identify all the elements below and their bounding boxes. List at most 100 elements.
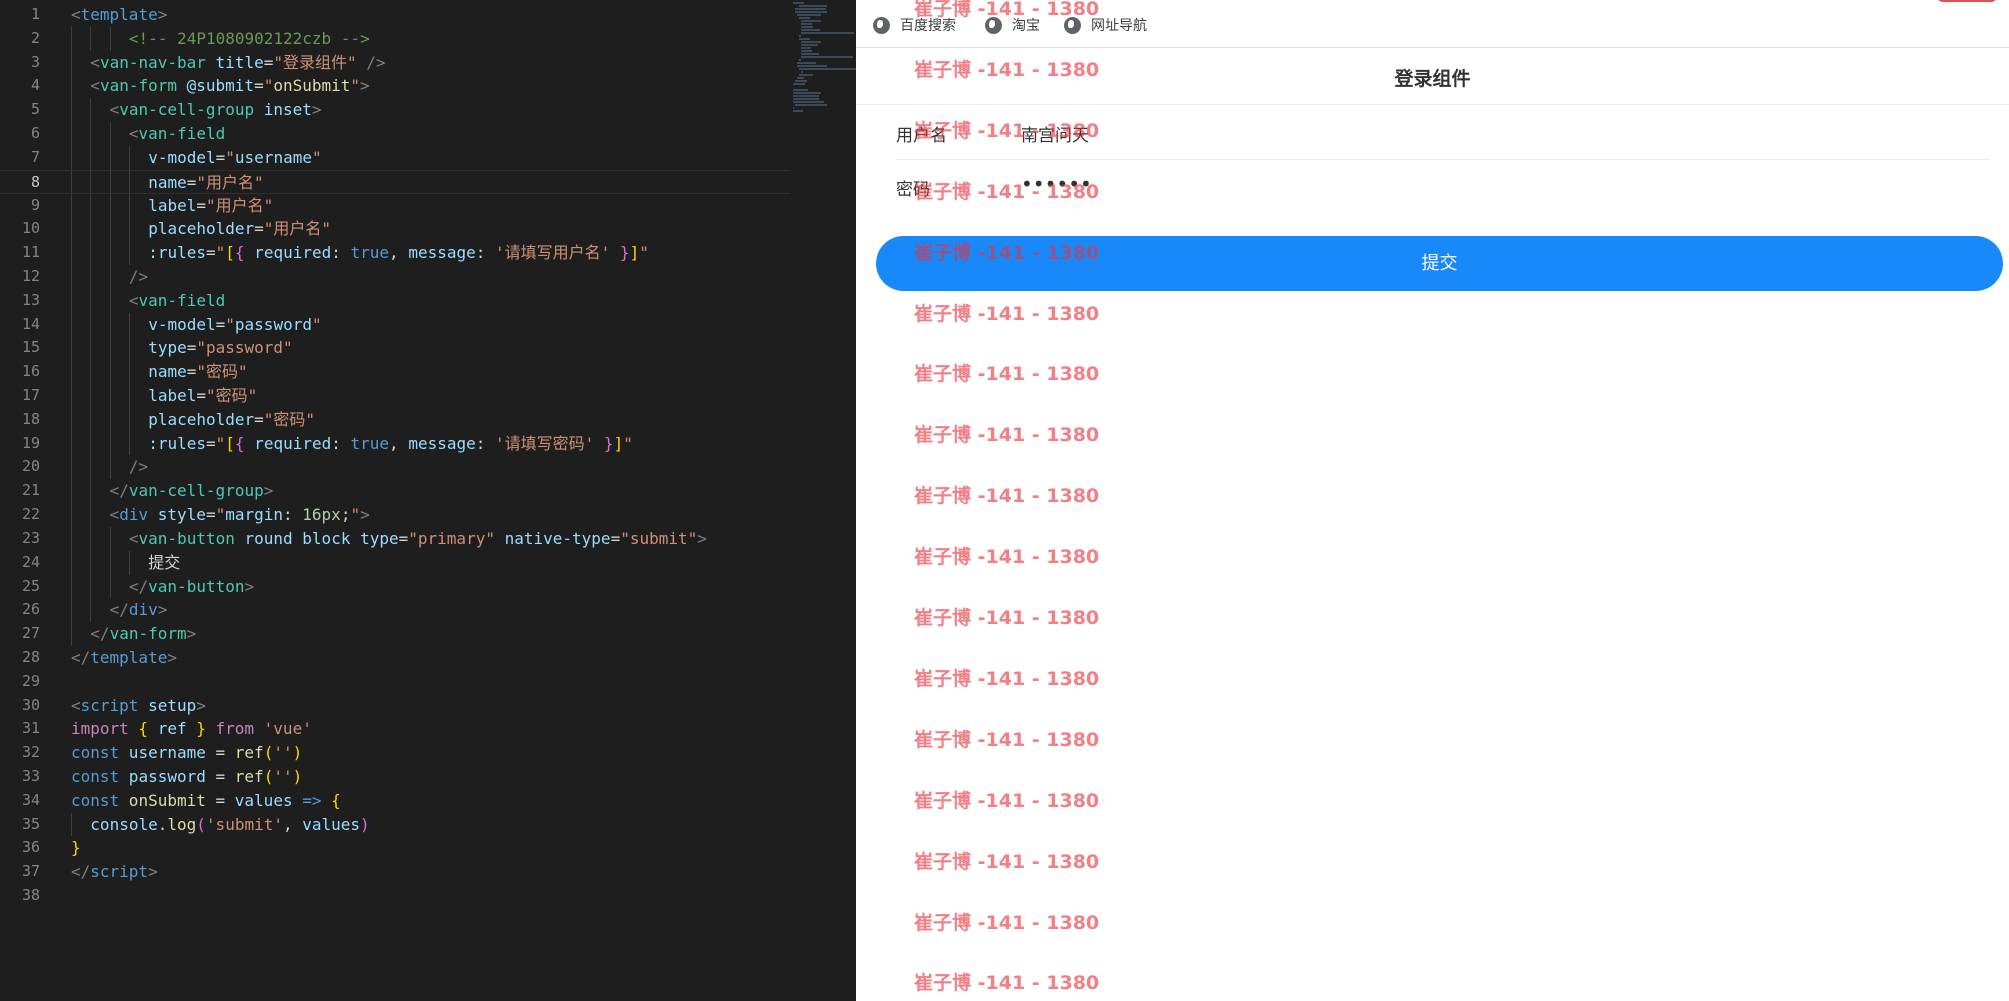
code-line[interactable]: 32 const username = ref('') bbox=[0, 741, 790, 765]
code-token: = bbox=[205, 767, 235, 786]
code-line[interactable]: 26 </div> bbox=[0, 598, 790, 623]
bookmark-taobao[interactable]: 淘宝 bbox=[985, 15, 1040, 35]
code-token: " bbox=[215, 505, 226, 525]
code-line[interactable]: 24 提交 bbox=[0, 550, 790, 575]
submit-button[interactable]: 提交 bbox=[876, 236, 2003, 291]
code-token: title bbox=[205, 52, 264, 72]
indent-guide bbox=[109, 526, 111, 551]
code-text: 提交 bbox=[148, 551, 180, 575]
code-line[interactable]: 1 <template> bbox=[0, 3, 790, 27]
indent-guide bbox=[71, 312, 72, 337]
code-line[interactable]: 10 placeholder="用户名" bbox=[0, 217, 790, 242]
username-input[interactable]: 南宫问天 bbox=[1021, 121, 1089, 146]
code-text: const username = ref('') bbox=[71, 741, 302, 765]
line-number: 2 bbox=[30, 28, 40, 47]
code-line[interactable]: 3 <van-nav-bar title="登录组件" /> bbox=[0, 50, 790, 75]
indent-guide bbox=[71, 812, 72, 837]
code-line[interactable]: 21 </van-cell-group> bbox=[0, 479, 790, 504]
code-text: label="密码" bbox=[148, 384, 257, 408]
code-line[interactable]: 34 const onSubmit = values => { bbox=[0, 789, 790, 813]
code-line[interactable]: 18 placeholder="密码" bbox=[0, 407, 790, 432]
code-token: , bbox=[389, 243, 409, 263]
minimap-line bbox=[797, 77, 804, 79]
code-token: = bbox=[398, 528, 409, 548]
code-line[interactable]: 28 </template> bbox=[0, 646, 790, 670]
line-number: 24 bbox=[21, 552, 40, 571]
indent-guide bbox=[128, 384, 130, 408]
code-token: < bbox=[109, 100, 120, 120]
code-token: placeholder bbox=[148, 409, 255, 429]
code-token: = bbox=[205, 790, 235, 810]
code-line[interactable]: 8 name="用户名" bbox=[0, 169, 790, 195]
indent-guide bbox=[71, 122, 72, 146]
indent-guide bbox=[71, 193, 72, 218]
code-line[interactable]: 25 </van-button> bbox=[0, 574, 790, 599]
code-line[interactable]: 11:rules="[{ required: true, message: '请… bbox=[0, 241, 790, 265]
code-token: = bbox=[263, 52, 274, 72]
code-token: label bbox=[148, 386, 197, 405]
line-number: 19 bbox=[21, 433, 40, 452]
indent-guide bbox=[109, 336, 111, 361]
code-editor[interactable]: 1 <template> 2 <!-- 24P1080902122czb --> 3 <v… bbox=[0, 0, 856, 1001]
code-line[interactable]: 16 name="密码" bbox=[0, 360, 790, 384]
code-line[interactable]: 38 bbox=[0, 884, 790, 908]
minimap-line bbox=[793, 89, 809, 91]
minimap[interactable] bbox=[793, 2, 856, 112]
minimap-line bbox=[799, 74, 814, 76]
code-token: template bbox=[80, 5, 158, 24]
code-line[interactable]: 30 <script setup> bbox=[0, 694, 790, 718]
page-title: 登录组件 bbox=[1394, 68, 1471, 90]
code-line[interactable]: 31 import { ref } from 'vue' bbox=[0, 717, 790, 741]
code-line[interactable]: 27 </van-form> bbox=[0, 622, 790, 646]
minimap-line bbox=[799, 59, 802, 61]
bookmark-baidu[interactable]: 百度搜索 bbox=[873, 15, 956, 35]
code-line[interactable]: 19:rules="[{ required: true, message: '请… bbox=[0, 431, 790, 456]
code-token: < bbox=[71, 695, 81, 715]
code-token: } bbox=[594, 433, 614, 453]
minimap-line bbox=[801, 41, 821, 43]
code-line[interactable]: 13 <van-field bbox=[0, 288, 790, 313]
indent-guide bbox=[71, 145, 72, 170]
code-line[interactable]: 17 label="密码" bbox=[0, 384, 790, 408]
code-token: :rules bbox=[148, 433, 206, 453]
code-line[interactable]: 20 /> bbox=[0, 455, 790, 480]
code-text: name="密码" bbox=[148, 360, 247, 384]
code-line[interactable]: 14 v-model="password" bbox=[0, 312, 790, 337]
code-line[interactable]: 5 <van-cell-group inset> bbox=[0, 98, 790, 123]
indent-guide bbox=[90, 574, 92, 599]
code-token: " bbox=[350, 76, 361, 96]
indent-guide bbox=[128, 170, 130, 193]
username-field[interactable]: 用户名 南宫问天 bbox=[896, 106, 1990, 160]
code-line[interactable]: 29 bbox=[0, 670, 790, 694]
code-token: van-nav-bar bbox=[99, 52, 206, 72]
code-line[interactable]: 36} bbox=[0, 836, 790, 860]
code-token: { bbox=[234, 243, 245, 263]
minimap-line bbox=[799, 38, 810, 40]
code-line[interactable]: 4 <van-form @submit="onSubmit"> bbox=[0, 74, 790, 99]
code-line[interactable]: 37 </script> bbox=[0, 860, 790, 884]
code-line[interactable]: 23 <van-button round block type="primary"… bbox=[0, 526, 790, 551]
code-line[interactable]: 35 console.log('submit', values) bbox=[0, 812, 790, 837]
indent-guide bbox=[109, 241, 111, 265]
code-token: van-form bbox=[109, 624, 187, 644]
code-line[interactable]: 22 <div style="margin: 16px;"> bbox=[0, 503, 790, 527]
bookmark-nav-site[interactable]: 网址导航 bbox=[1064, 15, 1147, 35]
code-line[interactable]: 15 type="password" bbox=[0, 336, 790, 361]
code-line[interactable]: 12 /> bbox=[0, 264, 790, 289]
code-token: const bbox=[71, 767, 120, 786]
password-field[interactable]: 密码 •••••• bbox=[896, 160, 1990, 214]
code-line[interactable]: 33 const password = ref('') bbox=[0, 765, 790, 789]
code-token: = bbox=[186, 362, 197, 382]
code-text: name="用户名" bbox=[148, 171, 263, 195]
code-line[interactable]: 2 <!-- 24P1080902122czb --> bbox=[0, 26, 790, 51]
code-text: <div style="margin: 16px;"> bbox=[110, 503, 370, 527]
code-token: ) bbox=[360, 814, 370, 834]
code-line[interactable]: 6 <van-field bbox=[0, 122, 790, 146]
line-number: 20 bbox=[21, 457, 40, 476]
code-token: password bbox=[234, 314, 312, 334]
password-input[interactable]: •••••• bbox=[1021, 172, 1092, 196]
code-line[interactable]: 9 label="用户名" bbox=[0, 193, 790, 218]
code-lines[interactable]: 1 <template> 2 <!-- 24P1080902122czb --> 3 <v… bbox=[0, 3, 790, 908]
indent-guide bbox=[128, 360, 130, 384]
code-line[interactable]: 7 v-model="username" bbox=[0, 145, 790, 170]
